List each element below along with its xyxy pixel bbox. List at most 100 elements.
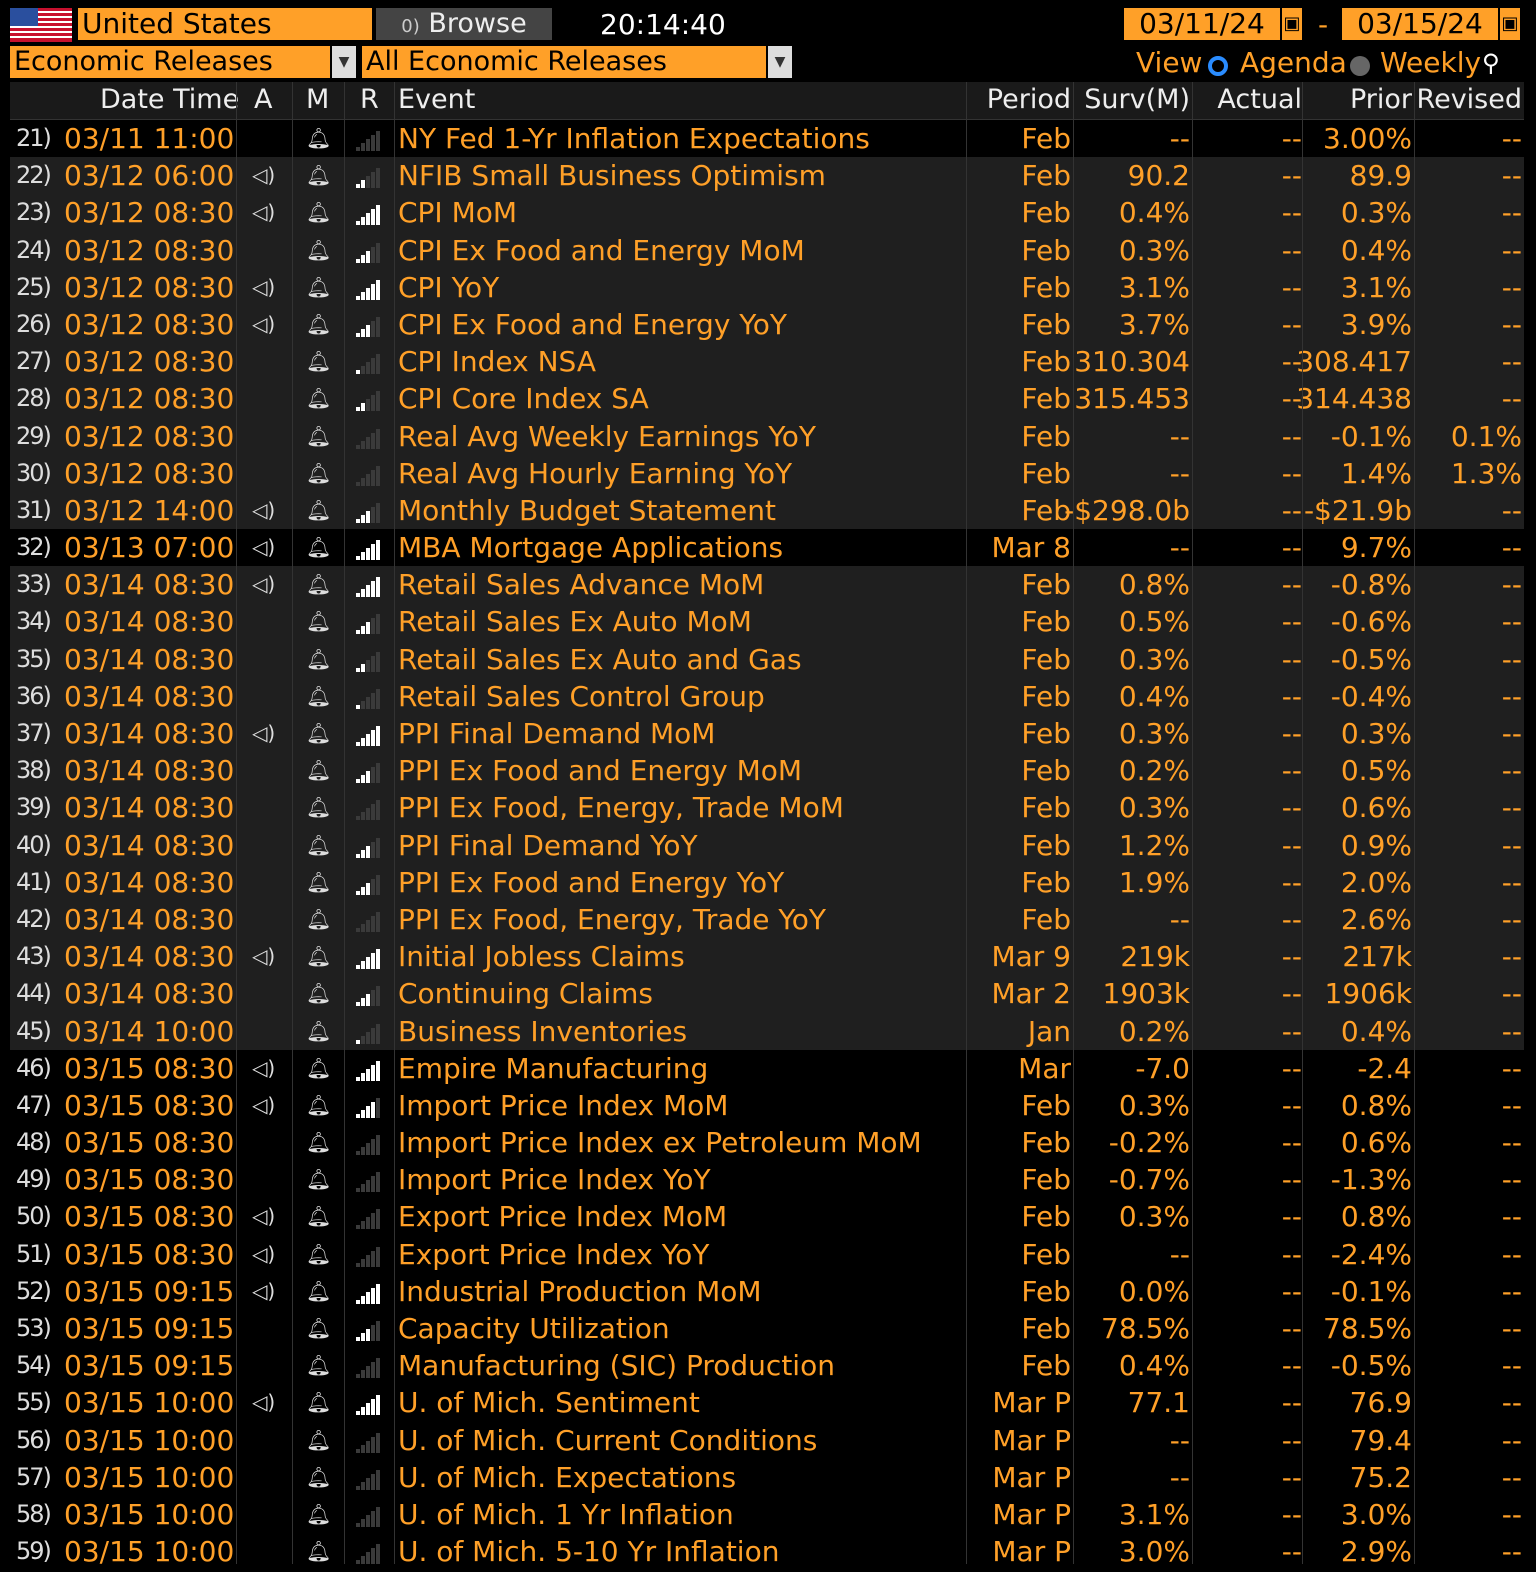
- table-row[interactable]: 22) 03/12 06:00 NFIB Small Business Optimi…: [10, 157, 1524, 195]
- table-row[interactable]: 38) 03/14 08:30 PPI Ex Food and Energy MoM…: [10, 752, 1524, 790]
- table-row[interactable]: 46) 03/15 08:30 Empire Manufacturing Mar -7.…: [10, 1049, 1524, 1087]
- table-row[interactable]: 27) 03/12 08:30 CPI Index NSA Feb 310.304 -- 3…: [10, 343, 1524, 381]
- bell-icon[interactable]: 🔔︎: [306, 418, 331, 455]
- bell-icon[interactable]: 🔔︎: [306, 566, 331, 603]
- bell-icon[interactable]: 🔔︎: [306, 1087, 331, 1124]
- col-prior[interactable]: Prior: [1350, 82, 1412, 118]
- table-row[interactable]: 49) 03/15 08:30 Import Price Index YoY Feb -…: [10, 1161, 1524, 1199]
- weekly-radio[interactable]: [1350, 56, 1370, 76]
- col-event[interactable]: Event: [398, 82, 475, 118]
- table-row[interactable]: 45) 03/14 10:00 Business Inventories Jan 0.2…: [10, 1012, 1524, 1050]
- bell-icon[interactable]: 🔔︎: [306, 1050, 331, 1087]
- bell-icon[interactable]: 🔔︎: [306, 752, 331, 789]
- table-row[interactable]: 55) 03/15 10:00 U. of Mich. Sentiment Mar P…: [10, 1384, 1524, 1422]
- bell-icon[interactable]: 🔔︎: [306, 1533, 331, 1570]
- table-row[interactable]: 54) 03/15 09:15 Manufacturing (SIC) Produc…: [10, 1347, 1524, 1385]
- bell-icon[interactable]: 🔔︎: [306, 975, 331, 1012]
- table-row[interactable]: 23) 03/12 08:30 CPI MoM Feb 0.4% -- 0.3% -- ◁) 🔔︎: [10, 194, 1524, 232]
- bell-icon[interactable]: 🔔︎: [306, 1161, 331, 1198]
- speaker-icon[interactable]: ◁): [252, 938, 275, 975]
- speaker-icon[interactable]: ◁): [252, 269, 275, 306]
- bell-icon[interactable]: 🔔︎: [306, 306, 331, 343]
- bell-icon[interactable]: 🔔︎: [306, 827, 331, 864]
- speaker-icon[interactable]: ◁): [252, 306, 275, 343]
- bell-icon[interactable]: 🔔︎: [306, 715, 331, 752]
- bell-icon[interactable]: 🔔︎: [306, 529, 331, 566]
- speaker-icon[interactable]: ◁): [252, 194, 275, 231]
- bell-icon[interactable]: 🔔︎: [306, 864, 331, 901]
- table-row[interactable]: 52) 03/15 09:15 Industrial Production MoM F…: [10, 1272, 1524, 1310]
- col-surv[interactable]: Surv(M): [1084, 82, 1190, 118]
- speaker-icon[interactable]: ◁): [252, 492, 275, 529]
- speaker-icon[interactable]: ◁): [252, 157, 275, 194]
- table-row[interactable]: 31) 03/12 14:00 Monthly Budget Statement Fe…: [10, 491, 1524, 530]
- table-row[interactable]: 51) 03/15 08:30 Export Price Index YoY Feb -…: [10, 1235, 1524, 1273]
- table-row[interactable]: 47) 03/15 08:30 Import Price Index MoM Feb 0…: [10, 1086, 1524, 1125]
- table-row[interactable]: 50) 03/15 08:30 Export Price Index MoM Feb 0…: [10, 1198, 1524, 1236]
- table-row[interactable]: 56) 03/15 10:00 U. of Mich. Current Condit…: [10, 1421, 1524, 1459]
- bell-icon[interactable]: 🔔︎: [306, 1347, 331, 1384]
- calendar-icon[interactable]: ▣: [1500, 8, 1520, 40]
- start-date-field[interactable]: 03/11/24: [1124, 8, 1280, 40]
- bell-icon[interactable]: 🔔︎: [306, 194, 331, 231]
- end-date-field[interactable]: 03/15/24: [1342, 8, 1498, 40]
- country-field[interactable]: United States: [78, 8, 372, 40]
- table-row[interactable]: 40) 03/14 08:30 PPI Final Demand YoY Feb 1.2…: [10, 826, 1524, 864]
- bell-icon[interactable]: 🔔︎: [306, 901, 331, 938]
- speaker-icon[interactable]: ◁): [252, 1273, 275, 1310]
- bell-icon[interactable]: 🔔︎: [306, 1459, 331, 1496]
- bell-icon[interactable]: 🔔︎: [306, 789, 331, 826]
- speaker-icon[interactable]: ◁): [252, 715, 275, 752]
- speaker-icon[interactable]: ◁): [252, 529, 275, 566]
- bell-icon[interactable]: 🔔︎: [306, 232, 331, 269]
- table-row[interactable]: 59) 03/15 10:00 U. of Mich. 5-10 Yr Inflat…: [10, 1533, 1524, 1571]
- col-revised[interactable]: Revised: [1417, 82, 1522, 118]
- bell-icon[interactable]: 🔔︎: [306, 455, 331, 492]
- speaker-icon[interactable]: ◁): [252, 1087, 275, 1124]
- chevron-down-icon[interactable]: ▼: [768, 46, 792, 78]
- bell-icon[interactable]: 🔔︎: [306, 157, 331, 194]
- chevron-down-icon[interactable]: ▼: [332, 46, 356, 78]
- table-row[interactable]: 44) 03/14 08:30 Continuing Claims Mar 2 1903…: [10, 975, 1524, 1013]
- table-row[interactable]: 39) 03/14 08:30 PPI Ex Food, Energy, Trade…: [10, 789, 1524, 827]
- release-filter-select[interactable]: All Economic Releases: [362, 46, 766, 78]
- col-datetime[interactable]: Date Time: [100, 82, 239, 118]
- table-row[interactable]: 58) 03/15 10:00 U. of Mich. 1 Yr Inflation…: [10, 1495, 1524, 1534]
- table-row[interactable]: 53) 03/15 09:15 Capacity Utilization Feb 78.…: [10, 1310, 1524, 1348]
- table-row[interactable]: 29) 03/12 08:30 Real Avg Weekly Earnings Y…: [10, 417, 1524, 455]
- bell-icon[interactable]: 🔔︎: [306, 1236, 331, 1273]
- bell-icon[interactable]: 🔔︎: [306, 1273, 331, 1310]
- bell-icon[interactable]: 🔔︎: [306, 492, 331, 529]
- table-row[interactable]: 41) 03/14 08:30 PPI Ex Food and Energy YoY…: [10, 863, 1524, 901]
- table-row[interactable]: 48) 03/15 08:30 Import Price Index ex Petr…: [10, 1124, 1524, 1162]
- speaker-icon[interactable]: ◁): [252, 1198, 275, 1235]
- col-period[interactable]: Period: [987, 82, 1071, 118]
- table-row[interactable]: 33) 03/14 08:30 Retail Sales Advance MoM Fe…: [10, 566, 1524, 604]
- table-row[interactable]: 42) 03/14 08:30 PPI Ex Food, Energy, Trade…: [10, 900, 1524, 939]
- col-m[interactable]: M: [306, 82, 329, 118]
- browse-button[interactable]: 0) Browse: [376, 8, 552, 40]
- agenda-radio[interactable]: [1208, 56, 1228, 76]
- bell-icon[interactable]: 🔔︎: [306, 641, 331, 678]
- table-row[interactable]: 35) 03/14 08:30 Retail Sales Ex Auto and G…: [10, 640, 1524, 678]
- speaker-icon[interactable]: ◁): [252, 566, 275, 603]
- table-row[interactable]: 30) 03/12 08:30 Real Avg Hourly Earning Yo…: [10, 454, 1524, 492]
- bell-icon[interactable]: 🔔︎: [306, 938, 331, 975]
- table-row[interactable]: 37) 03/14 08:30 PPI Final Demand MoM Feb 0.3…: [10, 715, 1524, 753]
- bell-icon[interactable]: 🔔︎: [306, 603, 331, 640]
- table-row[interactable]: 43) 03/14 08:30 Initial Jobless Claims Mar …: [10, 938, 1524, 976]
- table-row[interactable]: 25) 03/12 08:30 CPI YoY Feb 3.1% -- 3.1% -- ◁) 🔔︎: [10, 268, 1524, 306]
- bell-icon[interactable]: 🔔︎: [306, 1422, 331, 1459]
- speaker-icon[interactable]: ◁): [252, 1050, 275, 1087]
- col-a[interactable]: A: [254, 82, 272, 118]
- agenda-label[interactable]: Agenda: [1240, 46, 1347, 80]
- table-row[interactable]: 32) 03/13 07:00 MBA Mortgage Applications M…: [10, 529, 1524, 567]
- bell-icon[interactable]: 🔔︎: [306, 678, 331, 715]
- bell-icon[interactable]: 🔔︎: [306, 1124, 331, 1161]
- table-row[interactable]: 24) 03/12 08:30 CPI Ex Food and Energy MoM…: [10, 231, 1524, 269]
- bell-icon[interactable]: 🔔︎: [306, 1310, 331, 1347]
- bell-icon[interactable]: 🔔︎: [306, 1198, 331, 1235]
- bell-icon[interactable]: 🔔︎: [306, 380, 331, 417]
- speaker-icon[interactable]: ◁): [252, 1384, 275, 1421]
- calendar-icon[interactable]: ▣: [1282, 8, 1302, 40]
